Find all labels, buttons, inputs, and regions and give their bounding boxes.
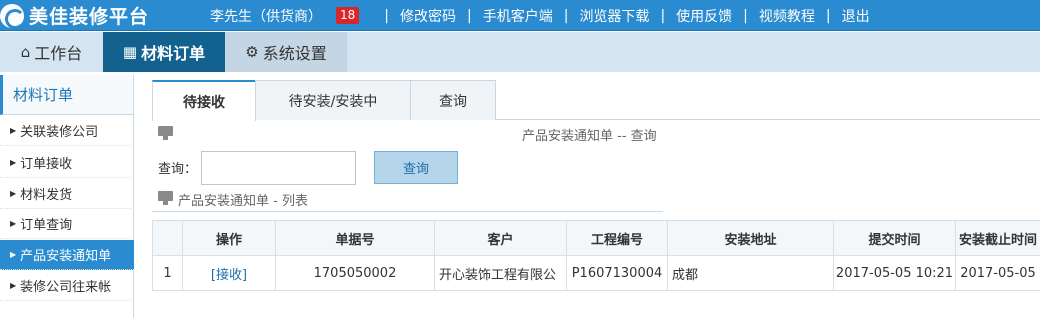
query-title: 产品安装通知单 -- 查询	[522, 129, 657, 144]
search-label: 查询：	[158, 162, 198, 177]
query-section-header: 产品安装通知单 -- 查询	[152, 122, 1040, 146]
monitor-icon	[158, 191, 173, 205]
receive-action-link[interactable]: [接收]	[182, 255, 276, 291]
search-bar: 查询： 查询	[152, 150, 1040, 190]
logo[interactable]: 美佳装修平台	[0, 0, 149, 31]
browser-download-link[interactable]: 浏览器下载	[579, 6, 649, 26]
top-nav: 李先生（供货商） 18 | 修改密码 | 手机客户端 | 浏览器下载 | 使用反…	[210, 0, 870, 31]
column-header: 安装截止时间	[955, 220, 1040, 256]
search-input[interactable]	[201, 151, 356, 185]
customer-name: 开心装饰工程有限公	[434, 255, 567, 291]
main-tab-bar: ⌂ 工作台 ▦ 材料订单 ⚙ 系统设置	[0, 32, 1040, 72]
separator: |	[467, 7, 472, 24]
sidebar-item-company-accounts[interactable]: ▶ 装修公司往来帐	[0, 271, 134, 301]
tab-pending-install[interactable]: 待安装/安装中	[255, 80, 411, 120]
change-password-link[interactable]: 修改密码	[400, 6, 456, 26]
row-index: 1	[152, 255, 183, 291]
submit-time: 2017-05-05 10:21	[833, 255, 956, 291]
column-header: 安装地址	[667, 220, 834, 256]
sidebar-item-order-query[interactable]: ▶ 订单查询	[0, 209, 134, 239]
logo-icon	[0, 3, 25, 29]
sidebar-item-order-receive[interactable]: ▶ 订单接收	[0, 148, 134, 178]
sidebar-title: 材料订单	[0, 75, 133, 115]
sidebar-item-shipping[interactable]: ▶ 材料发货	[0, 179, 134, 209]
arrow-right-icon: ▶	[10, 158, 17, 167]
mobile-client-link[interactable]: 手机客户端	[483, 6, 553, 26]
tab-query[interactable]: 查询	[410, 80, 496, 120]
notification-badge[interactable]: 18	[336, 7, 360, 24]
current-user: 李先生（供货商）	[210, 8, 322, 25]
list-section-header: 产品安装通知单 - 列表	[152, 188, 663, 212]
sidebar-item-label: 订单接收	[20, 157, 73, 172]
column-header: 客户	[434, 220, 567, 256]
document-number: 1705050002	[275, 255, 435, 291]
separator: |	[743, 7, 748, 24]
column-header: 单据号	[275, 220, 435, 256]
table-header-row: 操作 单据号 客户 工程编号 安装地址 提交时间 安装截止时间	[152, 220, 1040, 256]
install-deadline: 2017-05-05	[955, 255, 1040, 291]
logout-link[interactable]: 退出	[842, 6, 870, 26]
home-icon: ⌂	[20, 43, 31, 61]
grid-icon: ▦	[122, 43, 138, 61]
separator: |	[563, 7, 569, 24]
gear-icon: ⚙	[245, 43, 259, 61]
column-header: 提交时间	[833, 220, 956, 256]
tab-material-orders[interactable]: ▦ 材料订单	[103, 32, 225, 72]
install-address: 成都	[667, 255, 834, 291]
sidebar-item-install-notice[interactable]: ▶ 产品安装通知单	[0, 240, 134, 270]
logo-text: 美佳装修平台	[29, 6, 150, 28]
sidebar-item-label: 产品安装通知单	[20, 249, 112, 264]
arrow-right-icon: ▶	[10, 126, 17, 135]
sidebar-item-label: 关联装修公司	[20, 125, 99, 140]
sidebar-item-related-companies[interactable]: ▶ 关联装修公司	[0, 116, 134, 146]
column-header: 工程编号	[566, 220, 668, 256]
feedback-link[interactable]: 使用反馈	[676, 6, 732, 26]
list-title: 产品安装通知单 - 列表	[178, 194, 308, 209]
tab-workbench[interactable]: ⌂ 工作台	[0, 32, 103, 72]
column-header: 操作	[182, 220, 276, 256]
separator: |	[660, 7, 666, 24]
tab-pending-receive[interactable]: 待接收	[152, 80, 256, 121]
sidebar-item-label: 材料发货	[20, 188, 73, 203]
search-button[interactable]: 查询	[374, 151, 458, 184]
tab-label: 工作台	[34, 44, 83, 63]
sidebar-item-label: 装修公司往来帐	[20, 280, 112, 295]
tab-label: 材料订单	[141, 44, 206, 63]
column-header	[152, 220, 183, 256]
project-number: P1607130004	[566, 255, 668, 291]
arrow-right-icon: ▶	[10, 281, 17, 290]
install-notice-table: 操作 单据号 客户 工程编号 安装地址 提交时间 安装截止时间 1 [接收] 1…	[152, 220, 1040, 291]
table-row: 1 [接收] 1705050002 开心装饰工程有限公 P1607130004 …	[152, 255, 1040, 291]
sub-tab-bar: 待接收 待安装/安装中 查询	[152, 80, 1040, 121]
video-tutorial-link[interactable]: 视频教程	[759, 6, 815, 26]
main-content: 待接收 待安装/安装中 查询 产品安装通知单 -- 查询 查询： 查询 产品安装…	[152, 80, 1040, 318]
tab-system-settings[interactable]: ⚙ 系统设置	[225, 32, 347, 72]
sidebar: 材料订单 ▶ 关联装修公司 ▶ 订单接收 ▶ 材料发货 ▶ 订单查询 ▶ 产品安…	[0, 75, 134, 318]
arrow-right-icon: ▶	[10, 250, 17, 259]
arrow-right-icon: ▶	[10, 219, 17, 228]
sidebar-item-label: 订单查询	[20, 218, 73, 233]
tab-label: 系统设置	[262, 44, 327, 63]
top-header: 美佳装修平台 李先生（供货商） 18 | 修改密码 | 手机客户端 | 浏览器下…	[0, 0, 1040, 31]
monitor-icon	[158, 126, 173, 140]
separator: |	[384, 7, 389, 24]
separator: |	[825, 7, 831, 24]
arrow-right-icon: ▶	[10, 189, 17, 198]
